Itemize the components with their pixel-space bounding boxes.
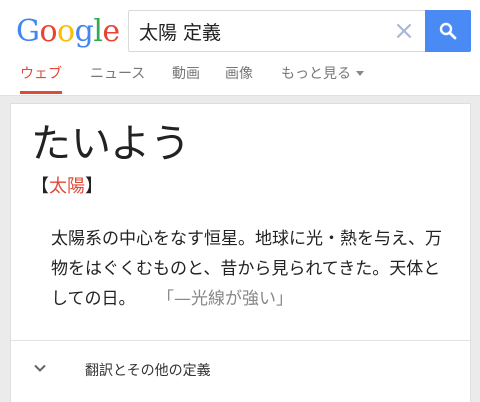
- search-icon: [439, 22, 457, 40]
- more-definitions-label: 翻訳とその他の定義: [85, 363, 211, 379]
- search-button[interactable]: [425, 10, 471, 52]
- kanji-reading: 【太陽】: [31, 174, 103, 200]
- logo-letter: o: [39, 14, 58, 49]
- clear-icon[interactable]: ×: [387, 11, 421, 51]
- logo-letter: G: [16, 14, 40, 49]
- caret-down-icon: [356, 71, 364, 76]
- kanji-link[interactable]: 太陽: [49, 176, 85, 197]
- definition-text: 太陽系の中心をなす恒星。地球に光・熱を与え、万物をはぐくむものと、昔から見られて…: [51, 224, 446, 314]
- logo-letter: g: [74, 14, 94, 49]
- search-tabs: ウェブ ニュース 動画 画像 もっと見る: [0, 60, 480, 96]
- dictionary-card: たいよう 【太陽】 太陽系の中心をなす恒星。地球に光・熱を与え、万物をはぐくむも…: [10, 103, 471, 402]
- tab-videos[interactable]: 動画: [172, 60, 200, 96]
- tab-more-label: もっと見る: [281, 66, 351, 82]
- logo-letter: o: [57, 14, 75, 49]
- logo-letter: l: [93, 14, 103, 49]
- more-definitions-button[interactable]: 翻訳とその他の定義: [11, 341, 470, 401]
- chevron-down-icon: [34, 364, 46, 372]
- tab-more[interactable]: もっと見る: [281, 60, 364, 96]
- search-input[interactable]: [139, 11, 389, 51]
- usage-example: 「—光線が強い」: [165, 289, 294, 309]
- google-logo[interactable]: Google: [16, 14, 120, 50]
- tab-news[interactable]: ニュース: [90, 60, 145, 96]
- search-box: ×: [128, 10, 471, 52]
- logo-letter: e: [102, 14, 120, 49]
- tab-images[interactable]: 画像: [225, 60, 253, 96]
- tab-web[interactable]: ウェブ: [20, 60, 62, 96]
- bracket-open: 【: [31, 176, 49, 197]
- header: Google × ウェブ ニュース 動画 画像 もっと見る: [0, 0, 480, 96]
- bracket-close: 】: [85, 176, 103, 197]
- headword: たいよう: [31, 121, 191, 167]
